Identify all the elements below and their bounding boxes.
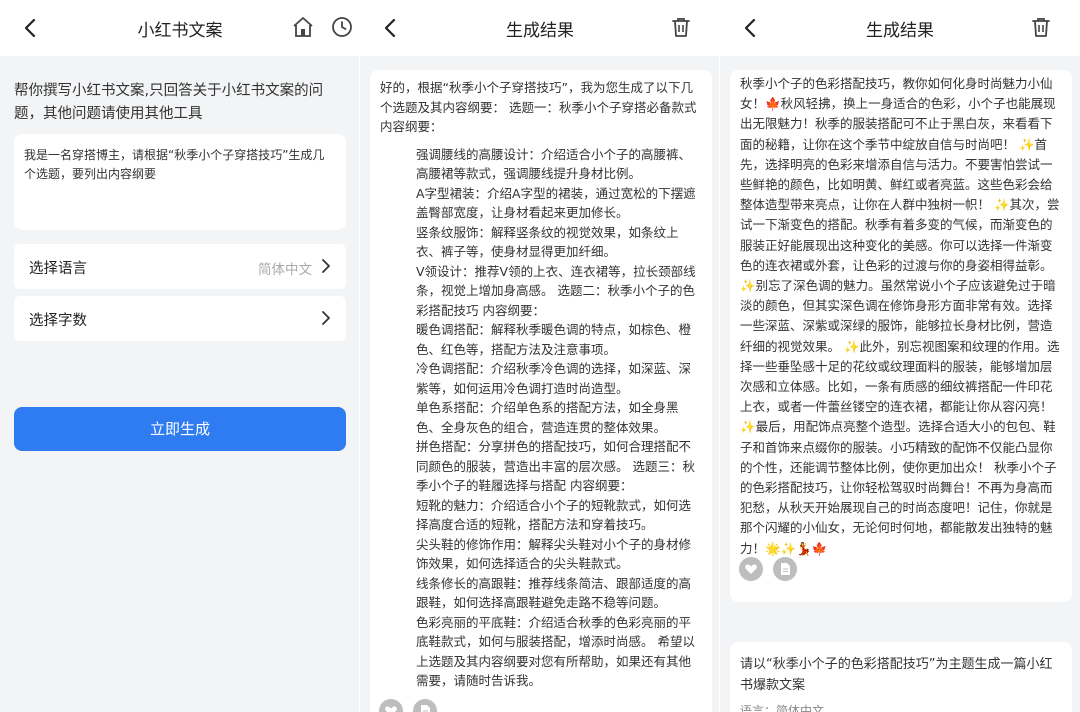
- document-icon: [421, 705, 430, 712]
- language-value: 简体中文: [258, 262, 312, 278]
- result-item: A字型裙装：介绍A字型的裙装，通过宽松的下摆遮盖臀部宽度，让身材看起来更加修长。: [416, 185, 696, 221]
- result-panel-outline: 生成结果 好的，根据“秋季小个子穿搭技巧”，我为您生成了以下几个选题及其内容纲要…: [360, 0, 720, 712]
- prompt-input[interactable]: 我是一名穿搭博主，请根据“秋季小个子穿搭技巧”生成几个选题，要列出内容纲要: [14, 134, 346, 230]
- heart-icon: [385, 706, 397, 712]
- intro-text: 帮你撰写小红书文案,只回答关于小红书文案的问题，其他问题请使用其他工具: [14, 83, 324, 122]
- article-text: 秋季小个子的色彩搭配技巧，教你如何化身时尚魅力小仙女！🍁秋风轻拂，换上一身适合的…: [740, 76, 1060, 556]
- wordcount-selector[interactable]: 选择字数: [14, 296, 346, 341]
- result-item: 尖头鞋的修饰作用：解释尖头鞋对小个子的身材修饰效果，如何选择适合的尖头鞋款式。: [416, 536, 692, 572]
- copy-button[interactable]: [773, 557, 797, 581]
- result-item: 短靴的魅力：介绍适合小个子的短靴款式，如何选择高度合适的短靴，搭配方法和穿着技巧…: [416, 497, 692, 533]
- generate-button[interactable]: 立即生成: [14, 407, 346, 451]
- nav-bar: 小红书文案: [0, 0, 360, 56]
- chevron-right-icon: [322, 311, 330, 325]
- article-card: 秋季小个子的色彩搭配技巧，教你如何化身时尚魅力小仙女！🍁秋风轻拂，换上一身适合的…: [730, 70, 1072, 602]
- question-text: 请以“秋季小个子的色彩搭配技巧”为主题生成一篇小红书爆款文案: [740, 657, 1053, 693]
- question-meta: 语言：简体中文: [740, 704, 825, 712]
- nav-bar: 生成结果: [720, 0, 1080, 56]
- result-card: 好的，根据“秋季小个子穿搭技巧”，我为您生成了以下几个选题及其内容纲要： 选题一…: [370, 70, 712, 712]
- nav-bar: 生成结果: [360, 0, 720, 56]
- result-item: 强调腰线的高腰设计：介绍适合小个子的高腰裤、高腰裙等款式，强调腰线提升身材比例。: [416, 146, 692, 182]
- trash-icon[interactable]: [1029, 15, 1053, 39]
- language-selector[interactable]: 选择语言 简体中文: [14, 244, 346, 289]
- question-card[interactable]: 请以“秋季小个子的色彩搭配技巧”为主题生成一篇小红书爆款文案 语言：简体中文: [730, 642, 1072, 712]
- input-panel: 小红书文案 帮你撰写小红书文案,只回答关于小红书文案的问题，其他问题请使用其他工…: [0, 0, 360, 712]
- result-paragraph: 好的，根据“秋季小个子穿搭技巧”，我为您生成了以下几个选题及其内容纲要： 选题一…: [380, 80, 697, 134]
- like-button[interactable]: [379, 699, 403, 712]
- result-item: 拼色搭配：分享拼色的搭配技巧，如何合理搭配不同颜色的服装，营造出丰富的层次感。 …: [416, 439, 695, 493]
- history-clock-icon[interactable]: [330, 15, 354, 39]
- language-label: 选择语言: [29, 261, 87, 277]
- result-item: 线条修长的高跟鞋：推荐线条简洁、跟部适度的高跟鞋，如何选择高跟鞋避免走路不稳等问…: [416, 575, 692, 611]
- home-icon[interactable]: [291, 15, 315, 39]
- result-item: 冷色调搭配：介绍秋季冷色调的选择，如深蓝、深紫等，如何运用冷色调打造时尚造型。: [416, 361, 692, 396]
- result-item: 色彩亮丽的平底鞋：介绍适合秋季的色彩亮丽的平底鞋款式，如何与服装搭配，增添时尚感…: [416, 614, 695, 689]
- chevron-right-icon: [322, 259, 330, 273]
- result-text: 好的，根据“秋季小个子穿搭技巧”，我为您生成了以下几个选题及其内容纲要： 选题一…: [380, 78, 702, 691]
- wordcount-label: 选择字数: [29, 313, 87, 329]
- document-icon: [781, 563, 790, 575]
- copy-button[interactable]: [413, 699, 437, 712]
- trash-icon[interactable]: [669, 15, 693, 39]
- result-item: 竖条纹服饰：解释竖条纹的视觉效果，如条纹上衣、裤子等，使身材显得更加纤细。: [416, 224, 679, 260]
- page-title: 生成结果: [866, 21, 934, 41]
- heart-icon: [745, 564, 757, 574]
- page-title: 生成结果: [506, 21, 574, 41]
- result-item: 暖色调搭配：解释秋季暖色调的特点，如棕色、橙色、红色等，搭配方法及注意事项。: [416, 322, 692, 357]
- result-item: 单色系搭配：介绍单色系的搭配方法，如全身黑色、全身灰色的组合，营造连贯的整体效果…: [416, 400, 679, 435]
- like-button[interactable]: [739, 557, 763, 581]
- result-item: V领设计：推荐V领的上衣、连衣裙等，拉长颈部线条，视觉上增加身高感。 选题二：秋…: [416, 263, 696, 318]
- result-panel-article: 生成结果 秋季小个子的色彩搭配技巧，教你如何化身时尚魅力小仙女！🍁秋风轻拂，换上…: [720, 0, 1080, 712]
